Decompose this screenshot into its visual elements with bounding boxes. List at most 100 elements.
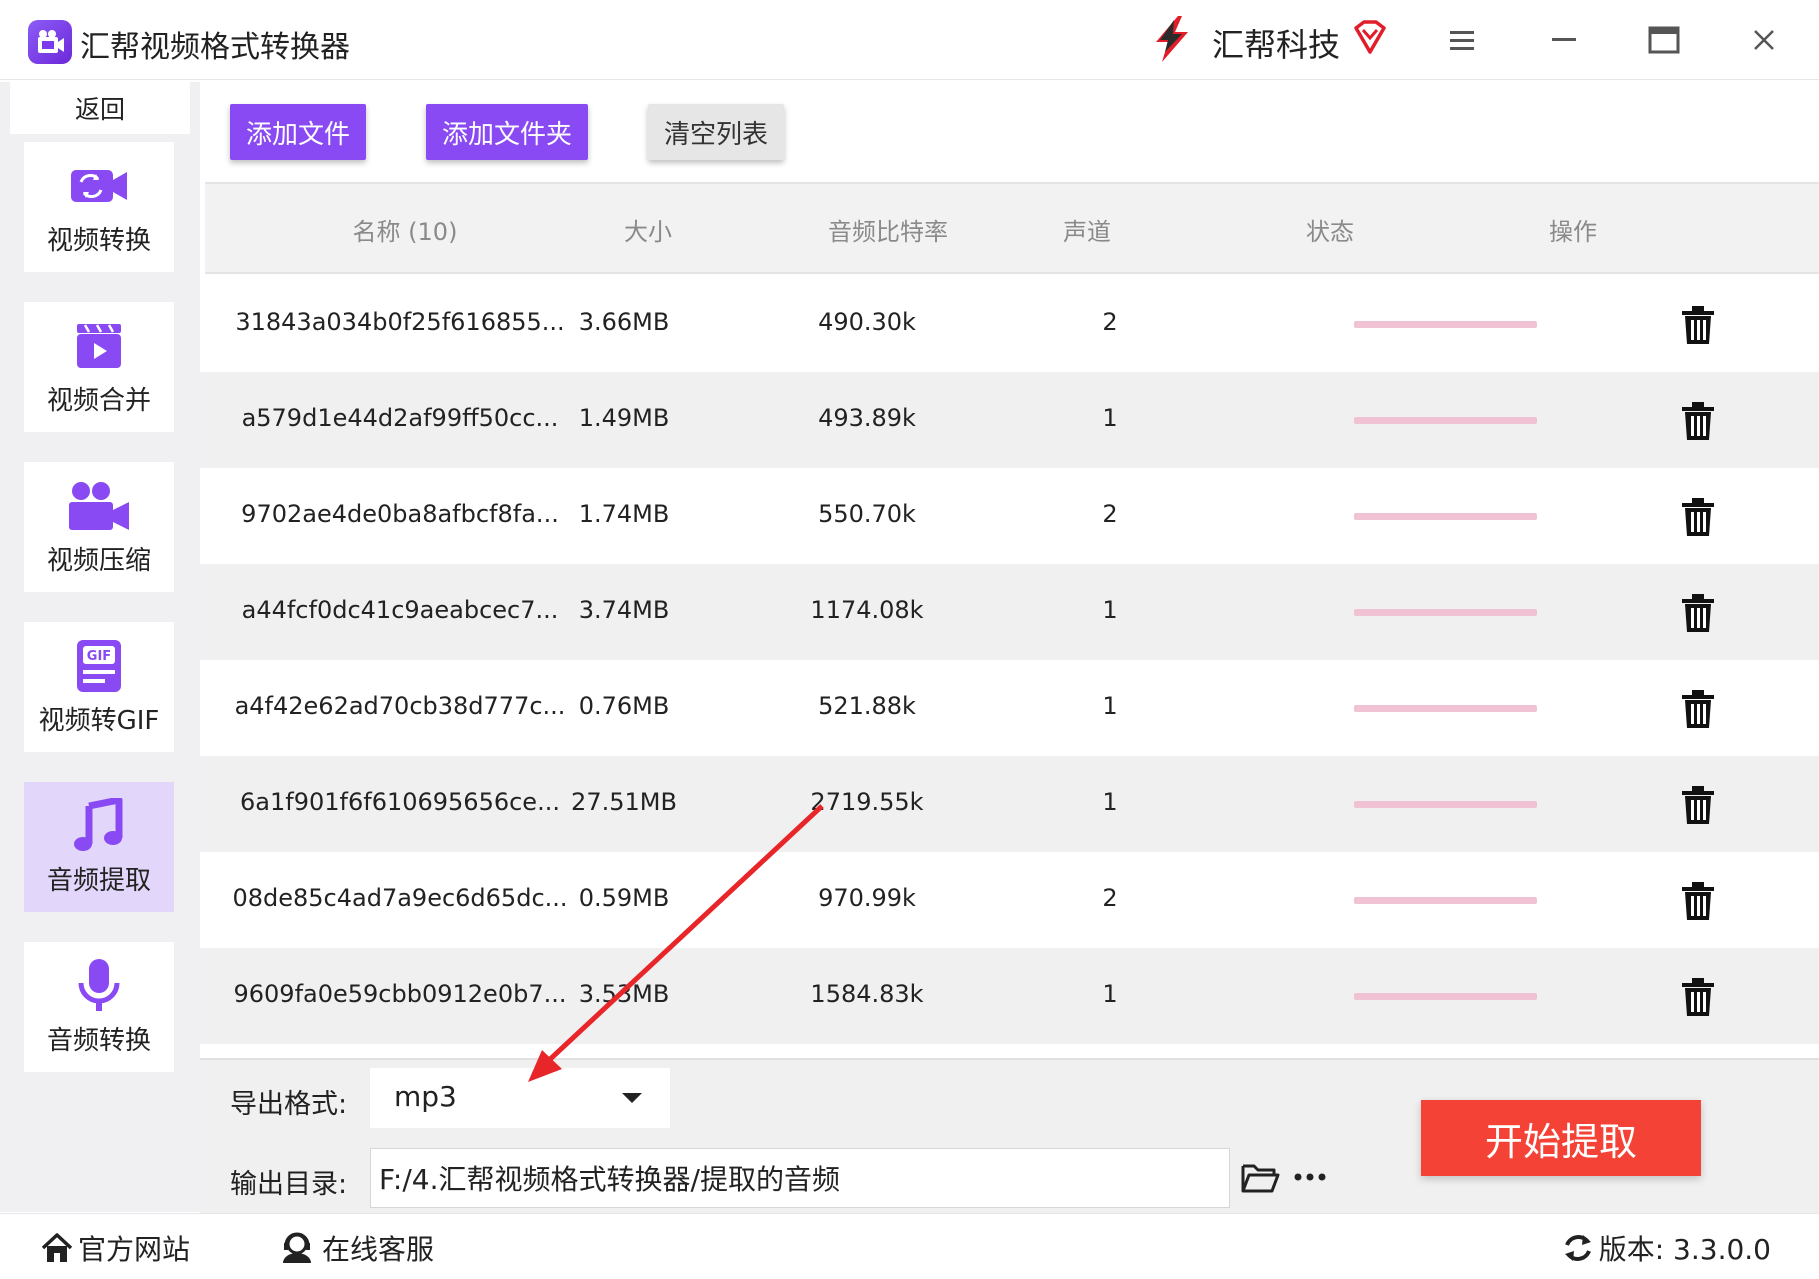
close-button[interactable]: [1742, 18, 1786, 62]
file-channels: 1: [1102, 404, 1118, 432]
status-progress-bar: [1354, 993, 1537, 1000]
output-dir-input[interactable]: [370, 1148, 1230, 1208]
status-progress-bar: [1354, 417, 1537, 424]
delete-icon[interactable]: [1678, 688, 1718, 730]
table-row[interactable]: a579d1e44d2af99ff50cc... 1.49MB 493.89k …: [200, 372, 1819, 468]
file-channels: 2: [1102, 500, 1118, 528]
file-channels: 2: [1102, 884, 1118, 912]
header-size: 大小: [624, 218, 672, 246]
file-bitrate: 550.70k: [818, 500, 916, 528]
table-row[interactable]: a4f42e62ad70cb38d777c... 0.76MB 521.88k …: [200, 660, 1819, 756]
toolbar: 添加文件 添加文件夹 清空列表: [200, 82, 1819, 182]
video-convert-icon: [67, 158, 131, 214]
sidebar-item-video-merge[interactable]: 视频合并: [24, 302, 174, 432]
chevron-down-icon: [622, 1093, 642, 1103]
app-title: 汇帮视频格式转换器: [80, 30, 350, 65]
header-bitrate: 音频比特率: [828, 218, 948, 246]
table-row[interactable]: a44fcf0dc41c9aeabcec7... 3.74MB 1174.08k…: [200, 564, 1819, 660]
status-progress-bar: [1354, 801, 1537, 808]
sidebar-item-label: 视频压缩: [46, 545, 151, 576]
app-logo-icon: [28, 20, 72, 64]
file-size: 1.49MB: [578, 404, 670, 432]
delete-icon[interactable]: [1678, 592, 1718, 634]
status-progress-bar: [1354, 705, 1537, 712]
gif-icon: GIF: [67, 638, 131, 694]
file-bitrate: 521.88k: [818, 692, 916, 720]
sidebar-item-video-compress[interactable]: 视频压缩: [24, 462, 174, 592]
close-icon: [1754, 30, 1774, 50]
sidebar-item-audio-extract[interactable]: 音频提取: [24, 782, 174, 912]
file-size: 3.53MB: [578, 980, 670, 1008]
format-label: 导出格式:: [230, 1089, 348, 1120]
svg-text:GIF: GIF: [87, 649, 111, 664]
file-size: 3.66MB: [578, 308, 670, 336]
table-row[interactable]: 9609fa0e59cbb0912e0b7... 3.53MB 1584.83k…: [200, 948, 1819, 1044]
sidebar-item-label: 视频转换: [46, 225, 151, 256]
status-progress-bar: [1354, 513, 1537, 520]
official-website-label: 官方网站: [78, 1233, 191, 1266]
header-status: 状态: [1306, 218, 1354, 246]
file-channels: 1: [1102, 596, 1118, 624]
title-bar: 汇帮视频格式转换器 汇帮科技: [0, 0, 1819, 80]
sidebar-item-audio-convert[interactable]: 音频转换: [24, 942, 174, 1072]
sidebar: 返回 视频转换 视频合并 视频压缩 GIF 视频转GIF 音频提取 音频转换: [0, 82, 200, 1212]
video-compress-icon: [67, 478, 131, 534]
sidebar-item-video-convert[interactable]: 视频转换: [24, 142, 174, 272]
header-action: 操作: [1549, 218, 1597, 246]
file-size: 0.59MB: [578, 884, 670, 912]
folder-open-icon[interactable]: [1240, 1158, 1280, 1196]
add-file-button[interactable]: 添加文件: [230, 104, 366, 160]
file-size: 1.74MB: [578, 500, 670, 528]
file-bitrate: 1584.83k: [810, 980, 924, 1008]
delete-icon[interactable]: [1678, 304, 1718, 346]
delete-icon[interactable]: [1678, 784, 1718, 826]
file-bitrate: 493.89k: [818, 404, 916, 432]
start-extract-button[interactable]: 开始提取: [1421, 1100, 1701, 1176]
microphone-icon: [67, 958, 131, 1014]
music-note-icon: [67, 797, 131, 854]
status-progress-bar: [1354, 897, 1537, 904]
header-name: 名称 (10): [352, 218, 458, 246]
delete-icon[interactable]: [1678, 496, 1718, 538]
sidebar-item-label: 视频合并: [46, 385, 151, 416]
more-options-button[interactable]: [1290, 1158, 1330, 1196]
file-size: 0.76MB: [578, 692, 670, 720]
file-channels: 2: [1102, 308, 1118, 336]
ellipsis-icon: [1294, 1173, 1326, 1181]
table-row[interactable]: 31843a034b0f25f616855... 3.66MB 490.30k …: [200, 276, 1819, 372]
sidebar-item-video-gif[interactable]: GIF 视频转GIF: [24, 622, 174, 752]
delete-icon[interactable]: [1678, 880, 1718, 922]
file-table: 名称 (10) 大小 音频比特率 声道 状态 操作 31843a034b0f25…: [200, 182, 1819, 1057]
vip-diamond-icon[interactable]: [1350, 18, 1390, 58]
delete-icon[interactable]: [1678, 976, 1718, 1018]
brand-logo-icon: [1156, 16, 1188, 62]
hamburger-icon: [1450, 31, 1474, 50]
status-footer: 官方网站 在线客服 版本: 3.3.0.0: [0, 1213, 1819, 1279]
sidebar-item-label: 视频转GIF: [38, 705, 160, 736]
official-website-link[interactable]: 官方网站: [40, 1228, 190, 1268]
minimize-icon: [1552, 38, 1576, 41]
add-folder-button[interactable]: 添加文件夹: [426, 104, 588, 160]
menu-button[interactable]: [1440, 18, 1484, 62]
version-info: 版本: 3.3.0.0: [1561, 1228, 1771, 1268]
table-row[interactable]: 08de85c4ad7a9ec6d65dc... 0.59MB 970.99k …: [200, 852, 1819, 948]
export-panel: 导出格式: mp3 输出目录: 开始提取: [200, 1058, 1819, 1213]
back-button[interactable]: 返回: [10, 82, 190, 134]
table-row[interactable]: 6a1f901f6f610695656ce... 27.51MB 2719.55…: [200, 756, 1819, 852]
delete-icon[interactable]: [1678, 400, 1718, 442]
file-channels: 1: [1102, 692, 1118, 720]
version-label: 版本: 3.3.0.0: [1598, 1233, 1771, 1266]
file-channels: 1: [1102, 788, 1118, 816]
clear-list-button[interactable]: 清空列表: [648, 104, 784, 160]
sidebar-item-label: 音频转换: [46, 1025, 151, 1056]
table-row[interactable]: 9702ae4de0ba8afbcf8fa... 1.74MB 550.70k …: [200, 468, 1819, 564]
maximize-button[interactable]: [1642, 18, 1686, 62]
dir-label: 输出目录:: [230, 1169, 348, 1200]
file-channels: 1: [1102, 980, 1118, 1008]
online-support-link[interactable]: 在线客服: [280, 1228, 434, 1268]
format-select[interactable]: mp3: [370, 1068, 670, 1128]
header-channels: 声道: [1063, 218, 1111, 246]
brand-name: 汇帮科技: [1212, 26, 1341, 64]
table-header: 名称 (10) 大小 音频比特率 声道 状态 操作: [205, 182, 1819, 274]
minimize-button[interactable]: [1542, 18, 1586, 62]
